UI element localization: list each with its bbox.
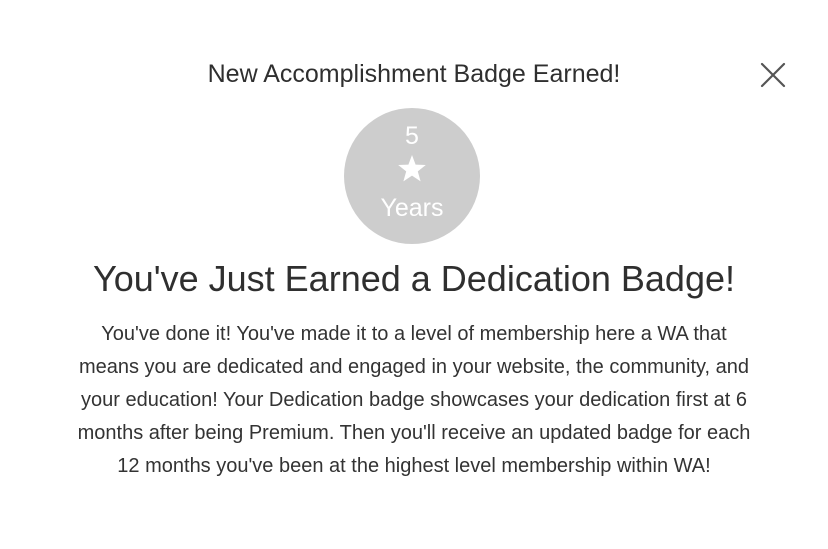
badge-title: You've Just Earned a Dedication Badge! bbox=[93, 258, 735, 299]
badge-count: 5 bbox=[405, 122, 419, 150]
dedication-badge: 5 Years bbox=[344, 108, 480, 244]
star-icon bbox=[398, 155, 426, 182]
close-button[interactable] bbox=[756, 58, 790, 92]
badge-description: You've done it! You've made it to a leve… bbox=[77, 323, 751, 477]
close-icon bbox=[760, 62, 786, 88]
badge-unit: Years bbox=[380, 194, 444, 222]
modal-header: New Accomplishment Badge Earned! bbox=[207, 60, 621, 88]
badge-earned-modal: New Accomplishment Badge Earned! 5 Years… bbox=[0, 0, 828, 549]
